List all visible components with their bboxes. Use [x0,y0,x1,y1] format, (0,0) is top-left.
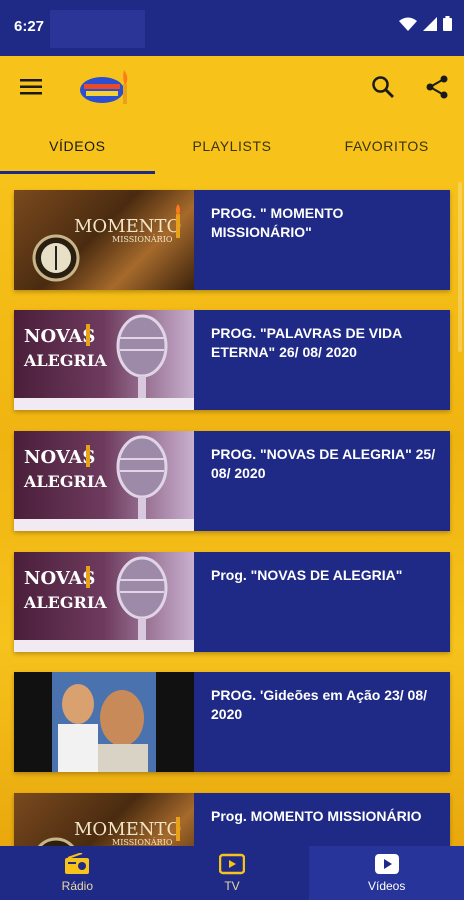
novas-thumbnail-art: NOVAS ALEGRIA [14,435,194,531]
signal-icon [423,16,437,31]
tab-bar: VÍDEOS PLAYLISTS FAVORITOS [0,118,464,174]
video-thumbnail [14,672,194,772]
thumb-title: NOVAS [24,326,95,347]
nav-radio-label: Rádio [61,879,94,893]
thumb-title: MOMENTO [74,819,181,840]
thumb-title: NOVAS [24,447,95,468]
hamburger-icon[interactable] [18,74,44,100]
scrollbar[interactable] [458,182,462,352]
video-card[interactable]: PROG. 'Gideões em Ação 23/ 08/ 2020 [14,672,450,772]
video-thumbnail: MOMENTO MISSIONÁRIO [14,190,194,290]
thumb-subtitle: ALEGRIA [23,351,107,370]
thumb-subtitle: MISSIONÁRIO [112,838,173,846]
status-time: 6:27 [14,18,45,35]
video-card[interactable]: NOVAS ALEGRIA Prog. "NOVAS DE ALEGRIA" [14,552,450,652]
app-logo [80,70,128,104]
status-icons [399,16,452,31]
tab-videos[interactable]: VÍDEOS [0,118,155,174]
video-list[interactable]: MOMENTO MISSIONÁRIO PROG. " MOMENTO MISS… [0,174,464,846]
thumb-title: NOVAS [24,568,95,589]
video-card[interactable]: NOVAS ALEGRIA PROG. "PALAVRAS DE VIDA ET… [14,310,450,410]
tab-favoritos[interactable]: FAVORITOS [309,118,464,174]
nav-tv[interactable]: TV [155,846,310,900]
video-title: PROG. "NOVAS DE ALEGRIA" 25/ 08/ 2020 [211,446,436,481]
video-title: PROG. 'Gideões em Ação 23/ 08/ 2020 [211,687,428,722]
thumb-subtitle: MISSIONÁRIO [112,235,173,244]
video-card[interactable]: MOMENTO MISSIONÁRIO Prog. MOMENTO MISSIO… [14,793,450,846]
bottom-navigation: Rádio TV Vídeos [0,846,464,900]
video-title: Prog. "NOVAS DE ALEGRIA" [211,567,403,583]
nav-tv-label: TV [224,879,240,893]
share-icon[interactable] [424,74,450,100]
gideoes-thumbnail-art [52,672,156,772]
video-thumbnail: NOVAS ALEGRIA [14,310,194,410]
video-thumbnail: NOVAS ALEGRIA [14,552,194,652]
video-card[interactable]: NOVAS ALEGRIA PROG. "NOVAS DE ALEGRIA" 2… [14,431,450,531]
status-overlay [50,10,145,48]
wifi-icon [399,17,417,31]
momento-thumbnail-art: MOMENTO MISSIONÁRIO [37,817,181,846]
battery-icon [443,16,452,31]
app-bar [0,56,464,118]
nav-radio[interactable]: Rádio [0,846,155,900]
thumb-title: MOMENTO [74,216,181,237]
thumb-subtitle: ALEGRIA [23,593,107,612]
thumb-subtitle: ALEGRIA [23,472,107,491]
nav-videos[interactable]: Vídeos [309,846,464,900]
status-bar: 6:27 [0,0,464,56]
nav-videos-label: Vídeos [368,879,406,893]
video-card[interactable]: MOMENTO MISSIONÁRIO PROG. " MOMENTO MISS… [14,190,450,290]
video-title: Prog. MOMENTO MISSIONÁRIO [211,808,422,824]
tv-icon [219,853,245,875]
search-icon[interactable] [370,74,396,100]
video-title: PROG. "PALAVRAS DE VIDA ETERNA" 26/ 08/ … [211,325,402,360]
play-video-icon [374,854,399,874]
momento-thumbnail-art: MOMENTO MISSIONÁRIO [32,204,181,282]
video-thumbnail: NOVAS ALEGRIA [14,431,194,531]
tab-playlists[interactable]: PLAYLISTS [155,118,310,174]
radio-icon [65,853,90,874]
novas-thumbnail-art: NOVAS ALEGRIA [14,556,194,652]
video-thumbnail: MOMENTO MISSIONÁRIO [14,793,194,846]
novas-thumbnail-art: NOVAS ALEGRIA [14,314,194,410]
video-title: PROG. " MOMENTO MISSIONÁRIO" [211,205,344,240]
